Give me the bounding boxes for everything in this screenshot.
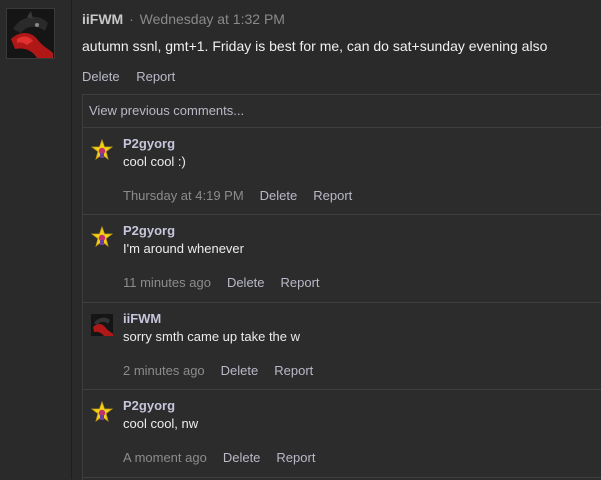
comment-text: sorry smth came up take the w: [123, 329, 301, 344]
comment-author[interactable]: P2gyorg: [123, 398, 175, 413]
post-author-avatar[interactable]: [6, 8, 55, 59]
post-timestamp[interactable]: Wednesday at 1:32 PM: [140, 11, 285, 27]
star-avatar-icon[interactable]: [91, 226, 113, 248]
left-rail: [0, 0, 72, 479]
comment-author[interactable]: iiFWM: [123, 311, 161, 326]
dragon-avatar-icon[interactable]: [91, 314, 113, 336]
comment-item: P2gyorg cool cool, nw A moment ago Delete…: [83, 390, 601, 477]
comment-timestamp[interactable]: A moment ago: [123, 450, 207, 465]
comment-report-link[interactable]: Report: [313, 188, 352, 203]
dragon-avatar-icon: [7, 9, 54, 58]
comment-meta: A moment ago Delete Report: [123, 450, 315, 465]
comment-meta: Thursday at 4:19 PM Delete Report: [123, 188, 352, 203]
comment-item: P2gyorg I'm around whenever 11 minutes a…: [83, 215, 601, 302]
comment-report-link[interactable]: Report: [281, 275, 320, 290]
comment-divider: [83, 477, 601, 478]
comment-timestamp[interactable]: 11 minutes ago: [123, 275, 211, 290]
post-separator: ·: [129, 11, 134, 27]
comments-panel: View previous comments... P2gyorg cool c…: [82, 94, 601, 480]
comment-text: cool cool, nw: [123, 416, 199, 431]
view-previous-comments-link[interactable]: View previous comments...: [89, 103, 244, 118]
comment-author[interactable]: P2gyorg: [123, 136, 175, 151]
comment-report-link[interactable]: Report: [274, 363, 313, 378]
comment-meta: 11 minutes ago Delete Report: [123, 275, 320, 290]
post-author[interactable]: iiFWM: [82, 11, 123, 27]
comment-text: I'm around whenever: [123, 241, 244, 256]
post-report-link[interactable]: Report: [136, 69, 175, 84]
star-avatar-icon[interactable]: [91, 139, 113, 161]
comment-author[interactable]: P2gyorg: [123, 223, 175, 238]
post-actions: Delete Report: [82, 69, 175, 84]
comment-delete-link[interactable]: Delete: [221, 363, 259, 378]
comment-item: iiFWM sorry smth came up take the w 2 mi…: [83, 303, 601, 390]
comment-meta: 2 minutes ago Delete Report: [123, 363, 313, 378]
comment-timestamp[interactable]: Thursday at 4:19 PM: [123, 188, 244, 203]
comment-delete-link[interactable]: Delete: [227, 275, 265, 290]
comment-text: cool cool :): [123, 154, 186, 169]
comment-item: P2gyorg cool cool :) Thursday at 4:19 PM…: [83, 128, 601, 215]
comment-delete-link[interactable]: Delete: [260, 188, 298, 203]
star-avatar-icon[interactable]: [91, 401, 113, 423]
post-header: iiFWM · Wednesday at 1:32 PM: [82, 11, 285, 27]
post-delete-link[interactable]: Delete: [82, 69, 120, 84]
comment-delete-link[interactable]: Delete: [223, 450, 261, 465]
post-body: autumn ssnl, gmt+1. Friday is best for m…: [82, 38, 548, 54]
comment-report-link[interactable]: Report: [276, 450, 315, 465]
comment-timestamp[interactable]: 2 minutes ago: [123, 363, 205, 378]
